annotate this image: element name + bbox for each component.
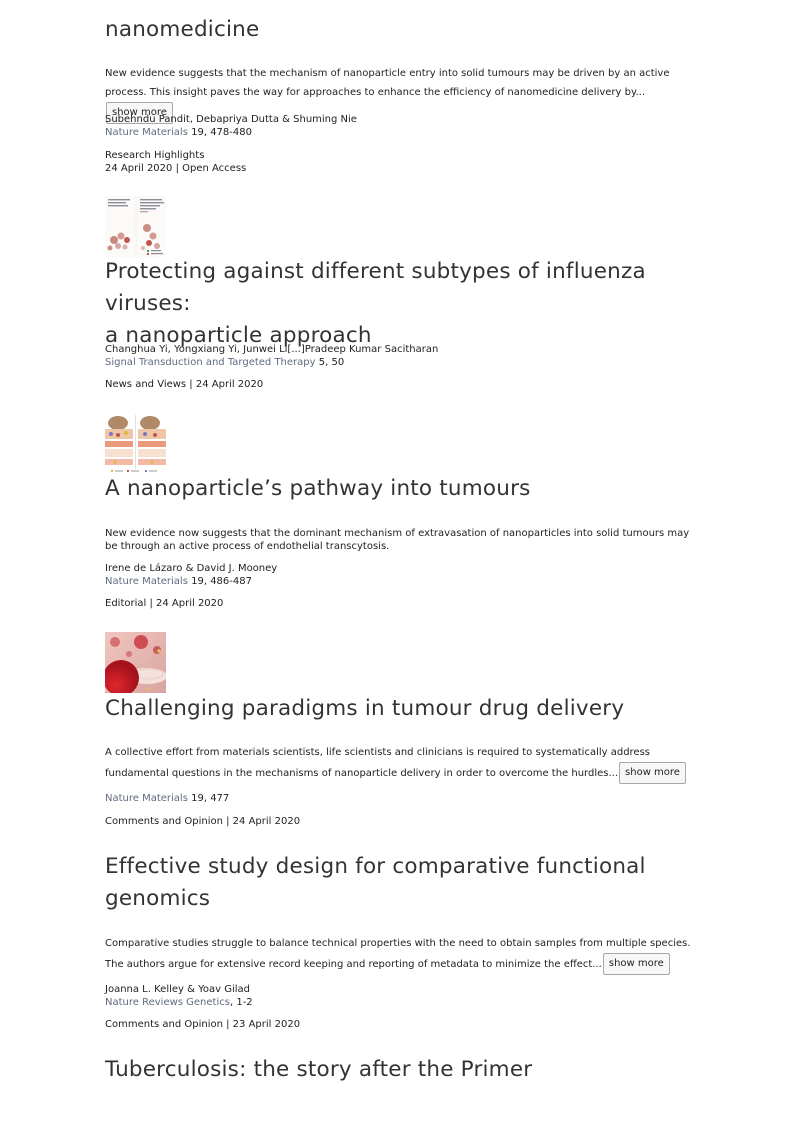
article-summary: A collective effort from materials scien… (105, 743, 695, 784)
article-card: nanomedicine (105, 14, 695, 46)
citation-volume: 5, 50 (315, 356, 345, 368)
article-title[interactable]: nanomedicine (105, 14, 695, 46)
article-type-date: News and Views | 24 April 2020 (105, 379, 695, 392)
summary-text: New evidence suggests that the mechanism… (105, 68, 670, 98)
article-card: Effective study design for comparative f… (105, 851, 695, 915)
article-type-date-text: Comments and Opinion | 24 April 2020 (105, 816, 301, 827)
article-meta: Nature Materials 19, 477 (105, 793, 695, 806)
article-type-date: Research Highlights 24 April 2020 | Open… (105, 150, 695, 175)
article-summary-block: Comparative studies struggle to balance … (105, 934, 695, 975)
journal-link[interactable]: Nature Materials (105, 576, 188, 587)
figure-thumbnail-influenza[interactable] (105, 196, 166, 257)
article-type-date-text: Comments and Opinion | 23 April 2020 (105, 1019, 301, 1030)
article-summary-block: New evidence now suggests that the domin… (105, 527, 695, 553)
citation-volume: , 1-2 (229, 996, 253, 1008)
article-type-date: Editorial | 24 April 2020 (105, 598, 695, 611)
show-more-button[interactable]: show more (619, 762, 686, 784)
article-type-date-text: Editorial | 24 April 2020 (105, 598, 224, 609)
summary-text: A collective effort from materials scien… (105, 747, 651, 779)
article-citation: Nature Materials 19, 477 (105, 793, 695, 806)
journal-link[interactable]: Nature Materials (105, 793, 188, 804)
article-authors: Subehndu Pandit, Debapriya Dutta & Shumi… (105, 114, 357, 125)
article-title[interactable]: A nanoparticle’s pathway into tumours (105, 473, 695, 505)
article-card: Protecting against different subtypes of… (105, 256, 695, 352)
article-meta: Irene de Lázaro & David J. Mooney Nature… (105, 563, 695, 588)
journal-link[interactable]: Nature Materials (105, 127, 188, 138)
article-title[interactable]: Tuberculosis: the story after the Primer (105, 1054, 695, 1086)
article-citation: Nature Materials 19, 486-487 (105, 576, 695, 589)
article-authors: Changhua Yi, Yongxiang Yi, Junwei Li[...… (105, 344, 439, 355)
article-citation: Nature Reviews Genetics, 1-2 (105, 997, 695, 1010)
article-type-date: Comments and Opinion | 24 April 2020 (105, 816, 695, 829)
journal-link[interactable]: Signal Transduction and Targeted Therapy (105, 357, 316, 368)
article-summary: New evidence now suggests that the domin… (105, 528, 690, 552)
article-card: Tuberculosis: the story after the Primer (105, 1054, 695, 1086)
journal-link[interactable]: Nature Reviews Genetics (105, 997, 230, 1008)
article-meta: Joanna L. Kelley & Yoav Gilad Nature Rev… (105, 984, 695, 1009)
article-citation: Nature Materials 19, 478-480 (105, 127, 695, 140)
show-more-button[interactable]: show more (602, 953, 670, 975)
article-meta: Subehndu Pandit, Debapriya Dutta & Shumi… (105, 114, 695, 139)
article-authors: Joanna L. Kelley & Yoav Gilad (105, 984, 251, 995)
article-card: Challenging paradigms in tumour drug del… (105, 693, 695, 725)
article-type-date: Comments and Opinion | 23 April 2020 (105, 1019, 695, 1032)
article-meta: Changhua Yi, Yongxiang Yi, Junwei Li[...… (105, 344, 695, 369)
article-type: Research Highlights (105, 150, 205, 161)
article-card: A nanoparticle’s pathway into tumours (105, 473, 695, 505)
figure-thumbnail-paradigms[interactable] (105, 632, 166, 693)
title-line[interactable]: Protecting against different subtypes of… (105, 259, 646, 316)
article-summary-block: A collective effort from materials scien… (105, 743, 695, 784)
article-title[interactable]: Effective study design for comparative f… (105, 851, 695, 915)
citation-volume: 19, 486-487 (187, 575, 252, 587)
article-summary: Comparative studies struggle to balance … (105, 934, 695, 975)
title-line[interactable]: Effective study design for comparative f… (105, 854, 646, 879)
article-citation: Signal Transduction and Targeted Therapy… (105, 357, 695, 370)
title-line[interactable]: genomics (105, 886, 210, 911)
article-authors: Irene de Lázaro & David J. Mooney (105, 563, 278, 574)
article-date: 24 April 2020 | Open Access (105, 162, 247, 174)
article-type-date-text: News and Views | 24 April 2020 (105, 379, 264, 390)
article-title[interactable]: Protecting against different subtypes of… (105, 256, 695, 352)
citation-volume: 19, 478-480 (187, 126, 252, 138)
article-title[interactable]: Challenging paradigms in tumour drug del… (105, 693, 695, 725)
citation-volume: 19, 477 (187, 793, 230, 804)
figure-thumbnail-pathway[interactable] (105, 413, 166, 474)
